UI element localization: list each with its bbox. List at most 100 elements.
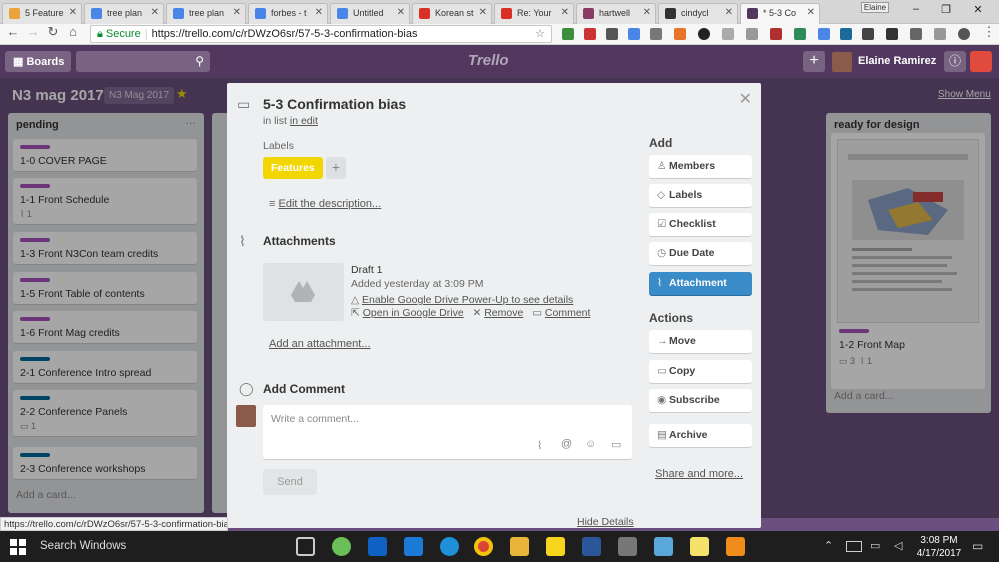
- edge-icon[interactable]: [404, 537, 423, 556]
- menu-lines-icon[interactable]: [886, 28, 898, 40]
- close-icon[interactable]: ✕: [643, 7, 651, 18]
- user-name[interactable]: Elaine Ramirez: [858, 55, 936, 67]
- extension-icon[interactable]: [958, 28, 970, 40]
- browser-tab[interactable]: hartwell ✕: [576, 3, 656, 24]
- search-input[interactable]: ⚲: [76, 51, 210, 72]
- add-label-button[interactable]: +: [326, 157, 346, 179]
- trello-logo[interactable]: Trello: [468, 52, 509, 69]
- app-icon[interactable]: [654, 537, 673, 556]
- card-title[interactable]: 5-3 Confirmation bias: [263, 96, 406, 112]
- avatar[interactable]: [832, 52, 852, 72]
- task-view-icon[interactable]: [296, 537, 315, 556]
- clock-date[interactable]: 4/17/2017: [916, 548, 962, 559]
- emoji-icon[interactable]: ☺: [585, 438, 596, 450]
- members-button[interactable]: ♙ Members: [649, 155, 752, 179]
- card-link-icon[interactable]: ▭: [611, 438, 621, 451]
- browser-tab[interactable]: 5 Feature ✕: [2, 3, 82, 24]
- vlc-icon[interactable]: [726, 537, 745, 556]
- address-bar[interactable]: 🔒︎ Secure | https://trello.com/c/rDWzO6sr/5…: [90, 25, 552, 43]
- internet-explorer-icon[interactable]: [440, 537, 459, 556]
- remove-link[interactable]: Remove: [484, 307, 523, 319]
- minimize-icon[interactable]: –: [906, 3, 926, 15]
- archive-button[interactable]: ▤ Archive: [649, 424, 752, 448]
- list-link[interactable]: in edit: [290, 115, 318, 127]
- comment-input[interactable]: Write a comment... ⌇ @ ☺ ▭: [263, 405, 632, 460]
- extension-icon[interactable]: [910, 28, 922, 40]
- reload-icon[interactable]: ↻: [44, 24, 62, 40]
- checklist-button[interactable]: ☑ Checklist: [649, 213, 752, 237]
- label-features[interactable]: Features: [263, 157, 323, 179]
- extension-icon[interactable]: [746, 28, 758, 40]
- browser-tab-active[interactable]: * 5-3 Co ✕: [740, 3, 820, 24]
- extension-icon[interactable]: [934, 28, 946, 40]
- dropbox-icon[interactable]: [368, 537, 387, 556]
- attachment-button[interactable]: ⌇ Attachment: [649, 272, 752, 296]
- chrome-icon[interactable]: [474, 537, 493, 556]
- extension-icon[interactable]: [794, 28, 806, 40]
- notifications-icon[interactable]: [970, 51, 992, 72]
- close-icon[interactable]: ✕: [151, 7, 159, 18]
- enable-powerup[interactable]: △ Enable Google Drive Power-Up to see de…: [351, 294, 573, 306]
- edit-description[interactable]: ≡ Edit the description...: [269, 198, 381, 210]
- extension-icon[interactable]: [840, 28, 852, 40]
- boards-button[interactable]: ▦ Boards: [5, 51, 71, 72]
- back-icon[interactable]: ←: [4, 24, 22, 39]
- extension-icon[interactable]: [770, 28, 782, 40]
- avatar[interactable]: [236, 405, 256, 427]
- close-icon[interactable]: ✕: [807, 7, 815, 18]
- attachment-name[interactable]: Draft 1: [351, 264, 383, 276]
- home-icon[interactable]: ⌂: [64, 24, 82, 39]
- add-button[interactable]: +: [803, 51, 825, 72]
- volume-icon[interactable]: ◁: [894, 539, 902, 552]
- sticky-notes-icon[interactable]: [690, 537, 709, 556]
- taskbar-search[interactable]: Search Windows: [40, 540, 126, 552]
- close-icon[interactable]: ✕: [479, 7, 487, 18]
- window-user-badge[interactable]: Elaine: [861, 2, 889, 13]
- windows-start-icon[interactable]: [10, 539, 26, 555]
- globe-app-icon[interactable]: [332, 537, 351, 556]
- mention-icon[interactable]: @: [561, 438, 572, 450]
- extension-icon[interactable]: [722, 28, 734, 40]
- network-icon[interactable]: ▭: [870, 539, 880, 552]
- bookmark-star-icon[interactable]: ☆: [535, 27, 545, 40]
- extension-icon[interactable]: [628, 28, 640, 40]
- hide-details[interactable]: Hide Details: [577, 516, 634, 528]
- browser-tab[interactable]: Untitled ✕: [330, 3, 410, 24]
- close-icon[interactable]: ✕: [233, 7, 241, 18]
- gmail-extension-icon[interactable]: [584, 28, 596, 40]
- kakao-icon[interactable]: [546, 537, 565, 556]
- browser-tab[interactable]: Re: Your ✕: [494, 3, 574, 24]
- close-icon[interactable]: ✕: [561, 7, 569, 18]
- close-icon[interactable]: ✕: [725, 7, 733, 18]
- browser-tab[interactable]: cindycl ✕: [658, 3, 738, 24]
- close-window-icon[interactable]: ✕: [968, 3, 988, 16]
- keyboard-icon[interactable]: [846, 541, 862, 552]
- extension-icon[interactable]: [862, 28, 874, 40]
- maximize-icon[interactable]: ❐: [936, 3, 956, 16]
- open-drive-link[interactable]: Open in Google Drive: [363, 307, 464, 319]
- clock-time[interactable]: 3:08 PM: [916, 535, 962, 546]
- word-icon[interactable]: [582, 537, 601, 556]
- browser-tab[interactable]: tree plan ✕: [166, 3, 246, 24]
- extension-icon[interactable]: [818, 28, 830, 40]
- add-attachment[interactable]: Add an attachment...: [269, 338, 371, 350]
- move-button[interactable]: → Move: [649, 330, 752, 354]
- comment-link[interactable]: Comment: [545, 307, 591, 319]
- close-icon[interactable]: ✕: [69, 7, 77, 18]
- extension-icon[interactable]: [674, 28, 686, 40]
- copy-button[interactable]: ▭ Copy: [649, 360, 752, 384]
- browser-tab[interactable]: Korean st ✕: [412, 3, 492, 24]
- close-icon[interactable]: ✕: [315, 7, 323, 18]
- subscribe-button[interactable]: ◉ Subscribe: [649, 389, 752, 413]
- calculator-icon[interactable]: [618, 537, 637, 556]
- extension-icon[interactable]: [606, 28, 618, 40]
- close-icon[interactable]: ✕: [739, 89, 752, 109]
- file-explorer-icon[interactable]: [510, 537, 529, 556]
- extension-icon[interactable]: [562, 28, 574, 40]
- clock-extension-icon[interactable]: [698, 28, 710, 40]
- due-date-button[interactable]: ◷ Due Date: [649, 242, 752, 266]
- attachment-thumbnail[interactable]: [263, 263, 344, 321]
- info-icon[interactable]: ⓘ: [944, 51, 966, 72]
- share-more[interactable]: Share and more...: [655, 468, 743, 480]
- browser-tab[interactable]: forbes - t ✕: [248, 3, 328, 24]
